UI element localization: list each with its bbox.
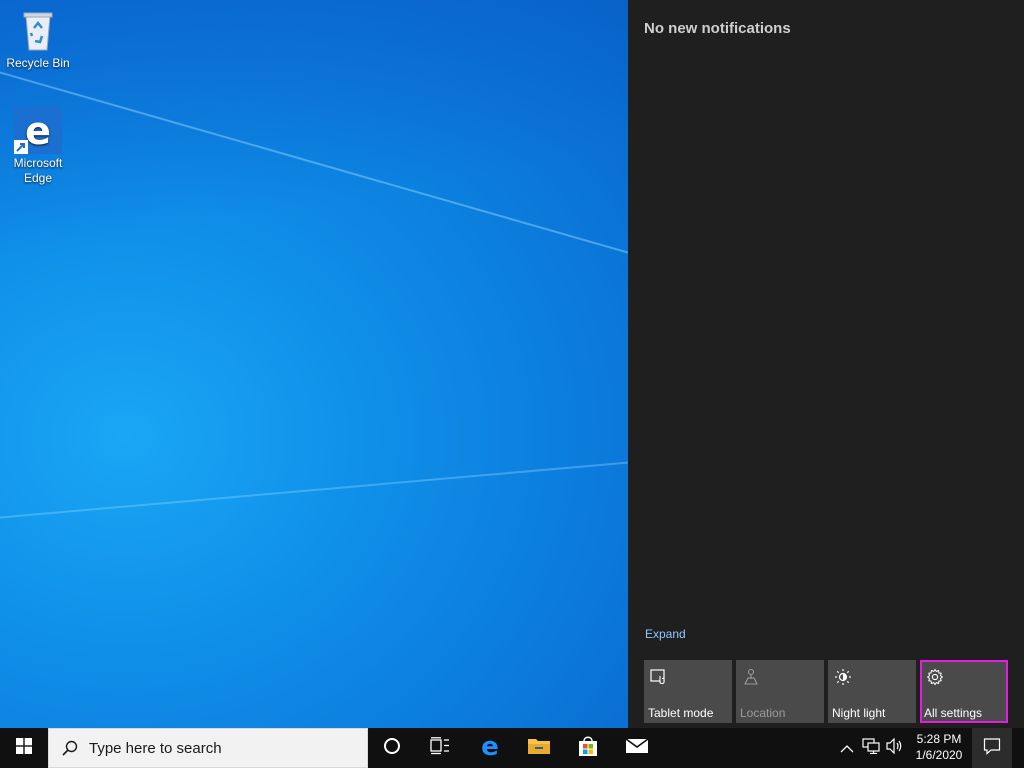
no-notifications-text: No new notifications bbox=[644, 20, 791, 37]
wallpaper-shade bbox=[0, 0, 628, 260]
taskbar-edge-button[interactable]: e bbox=[470, 728, 510, 768]
wallpaper-light-beam bbox=[0, 457, 628, 522]
search-placeholder: Type here to search bbox=[89, 740, 222, 757]
quick-action-all-settings[interactable]: All settings bbox=[920, 660, 1008, 723]
volume-button[interactable] bbox=[884, 728, 906, 768]
store-icon bbox=[577, 735, 599, 761]
volume-icon bbox=[886, 737, 904, 758]
cortana-button[interactable] bbox=[372, 728, 412, 768]
svg-text:e: e bbox=[481, 734, 499, 758]
windows-logo-icon bbox=[16, 738, 32, 758]
location-icon bbox=[742, 668, 760, 686]
quick-action-night-light[interactable]: Night light bbox=[828, 660, 916, 723]
quick-action-tablet-mode[interactable]: Tablet mode bbox=[644, 660, 732, 723]
tablet-mode-icon bbox=[650, 668, 668, 686]
quick-action-label: All settings bbox=[924, 706, 983, 720]
taskbar: Type here to search e 5:28 PM 1/6/2020 bbox=[0, 728, 1024, 768]
taskbar-mail-button[interactable] bbox=[617, 728, 657, 768]
recycle-bin-icon bbox=[14, 6, 62, 54]
gear-icon bbox=[926, 668, 944, 686]
file-explorer-icon bbox=[527, 736, 551, 760]
taskbar-store-button[interactable] bbox=[568, 728, 608, 768]
show-hidden-icons-button[interactable] bbox=[838, 728, 856, 768]
network-icon bbox=[862, 738, 880, 758]
quick-action-label: Tablet mode bbox=[648, 706, 714, 720]
search-icon bbox=[61, 739, 79, 761]
chevron-up-icon bbox=[840, 739, 854, 758]
network-button[interactable] bbox=[860, 728, 882, 768]
quick-action-label: Night light bbox=[832, 706, 886, 720]
quick-action-location[interactable]: Location bbox=[736, 660, 824, 723]
edge-icon: e bbox=[478, 732, 502, 762]
task-view-button[interactable] bbox=[420, 728, 460, 768]
desktop-icon-label: Recycle Bin bbox=[6, 56, 70, 70]
clock-date: 1/6/2020 bbox=[915, 748, 963, 762]
edge-icon: e bbox=[14, 106, 62, 154]
taskbar-search-box[interactable]: Type here to search bbox=[48, 728, 368, 768]
taskbar-file-explorer-button[interactable] bbox=[519, 728, 559, 768]
desktop[interactable]: Recycle Bin e Microsoft Edge bbox=[0, 0, 628, 728]
taskbar-clock[interactable]: 5:28 PM 1/6/2020 bbox=[908, 731, 970, 763]
task-view-icon bbox=[430, 737, 450, 759]
svg-text:e: e bbox=[25, 109, 51, 153]
desktop-icon-microsoft-edge[interactable]: e Microsoft Edge bbox=[6, 106, 70, 186]
clock-time: 5:28 PM bbox=[916, 732, 962, 746]
action-center-button[interactable] bbox=[972, 728, 1012, 768]
start-button[interactable] bbox=[0, 728, 48, 768]
action-center-panel: No new notifications Expand Tablet mode … bbox=[628, 0, 1024, 728]
desktop-icon-label: Edge bbox=[23, 171, 53, 185]
quick-action-label: Location bbox=[740, 706, 786, 720]
expand-link[interactable]: Expand bbox=[645, 627, 686, 641]
mail-icon bbox=[625, 737, 649, 759]
notification-icon bbox=[983, 737, 1001, 759]
night-light-icon bbox=[834, 668, 852, 686]
desktop-icon-label: Microsoft bbox=[13, 156, 63, 170]
desktop-icon-recycle-bin[interactable]: Recycle Bin bbox=[6, 6, 70, 71]
cortana-icon bbox=[383, 737, 401, 759]
